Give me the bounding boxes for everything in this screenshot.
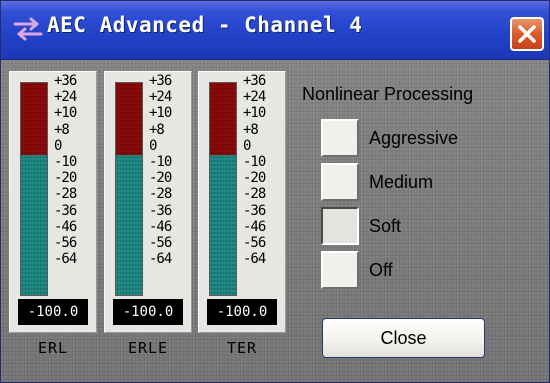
- window-title: AEC Advanced - Channel 4: [47, 13, 363, 37]
- meter-tick-label: -10: [149, 154, 172, 170]
- meter-tick-label: -28: [54, 186, 77, 203]
- meter-tick-label: 0: [149, 137, 157, 154]
- meter-tick-label: +10: [243, 105, 266, 122]
- aec-advanced-window: AEC Advanced - Channel 4 +36 +24 +10 +8 0 -10…: [0, 0, 550, 383]
- meter-tick-label: -10: [54, 154, 77, 170]
- meter-tick-label: +10: [54, 105, 77, 122]
- meter-label-ter: TER: [226, 339, 258, 357]
- meter-tick-label: 0: [54, 137, 62, 154]
- meter-tick-label: -20: [54, 170, 77, 187]
- meter-tick-label: -46: [149, 218, 172, 235]
- meter-readout: -100.0: [113, 299, 183, 325]
- meter-tick-label: -56: [54, 235, 77, 251]
- meter-tick-label: -64: [54, 251, 77, 268]
- close-button[interactable]: Close: [322, 318, 485, 358]
- meter-tick-label: -36: [243, 202, 266, 219]
- swap-arrows-icon: [13, 16, 43, 42]
- meter-tick-label: +24: [54, 89, 77, 106]
- meter-scale: +36 +24 +10 +8 0 -10 -20 -28 -36 -46 -56 -64: [243, 74, 283, 296]
- meter-fill: [21, 155, 47, 295]
- meter-scale: +36 +24 +10 +8 0 -10 -20 -28 -36 -46 -56 -64: [54, 74, 94, 296]
- meter-label-erl: ERL: [37, 339, 69, 357]
- meter-tick-label: -46: [243, 218, 266, 235]
- meter-tick-label: -28: [243, 186, 266, 203]
- medium-label: Medium: [369, 172, 434, 192]
- meter-tick-label: +24: [149, 89, 172, 106]
- soft-label: Soft: [369, 216, 402, 236]
- meter-tick-label: +36: [149, 73, 172, 89]
- meter-readout: -100.0: [18, 299, 88, 325]
- meter-tick-label: -64: [243, 251, 266, 268]
- meter-tick-label: -36: [54, 202, 77, 219]
- meter-tick-label: -46: [54, 218, 77, 235]
- meter-tick-label: -56: [243, 235, 266, 251]
- title-bar[interactable]: AEC Advanced - Channel 4: [1, 1, 549, 60]
- meter-bar: [209, 82, 237, 296]
- off-label: Off: [369, 260, 393, 280]
- meter-fill: [210, 155, 236, 295]
- meter-label-erle: ERLE: [127, 339, 169, 357]
- meter-tick-label: +8: [54, 121, 70, 138]
- meter-bar: [115, 82, 143, 296]
- meter-fill: [116, 155, 142, 295]
- meter-tick-label: -20: [243, 170, 266, 187]
- meter-scale: +36 +24 +10 +8 0 -10 -20 -28 -36 -46 -56 -64: [149, 74, 189, 296]
- meter-tick-label: -36: [149, 202, 172, 219]
- meter-tick-label: -64: [149, 251, 172, 268]
- meter-tick-label: -56: [149, 235, 172, 251]
- meter-erle: +36 +24 +10 +8 0 -10 -20 -28 -36 -46 -56 -64 -100.0: [104, 71, 192, 333]
- aggressive-label: Aggressive: [369, 128, 459, 148]
- off-button[interactable]: [321, 251, 359, 289]
- medium-button[interactable]: [321, 163, 359, 201]
- meter-ter: +36 +24 +10 +8 0 -10 -20 -28 -36 -46 -56 -64 -100.0: [198, 71, 286, 333]
- meter-tick-label: -10: [243, 154, 266, 170]
- meter-readout: -100.0: [207, 299, 277, 325]
- meter-tick-label: +8: [243, 121, 259, 138]
- meter-tick-label: 0: [243, 137, 251, 154]
- meter-tick-label: +36: [54, 73, 77, 89]
- meter-tick-label: +24: [243, 89, 266, 106]
- window-close-button[interactable]: [510, 17, 544, 51]
- soft-button[interactable]: [321, 207, 359, 245]
- aggressive-button[interactable]: [321, 119, 359, 157]
- meter-tick-label: +10: [149, 105, 172, 122]
- nonlinear-processing-title: Nonlinear Processing: [302, 84, 474, 104]
- close-icon: [518, 25, 536, 43]
- meter-tick-label: -20: [149, 170, 172, 187]
- meter-erl: +36 +24 +10 +8 0 -10 -20 -28 -36 -46 -56 -64 -100.0: [9, 71, 97, 333]
- meter-bar: [20, 82, 48, 296]
- meter-tick-label: +8: [149, 121, 165, 138]
- meter-tick-label: -28: [149, 186, 172, 203]
- meter-tick-label: +36: [243, 73, 266, 89]
